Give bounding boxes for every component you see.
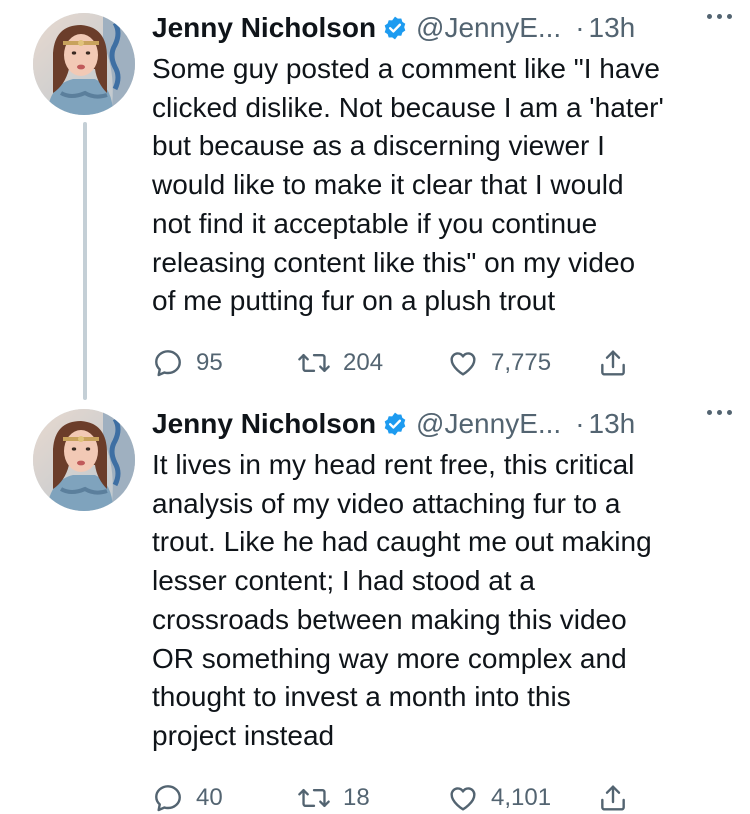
heart-icon <box>450 352 476 376</box>
retweet-button[interactable]: 204 <box>297 347 447 379</box>
verified-badge-icon <box>382 411 408 437</box>
retweet-icon <box>298 353 330 372</box>
tweet-text: It lives in my head rent free, this crit… <box>152 449 652 751</box>
author-handle[interactable]: @JennyE... <box>416 12 561 44</box>
thread-connector-line <box>83 122 87 400</box>
reply-count: 95 <box>196 348 223 376</box>
share-icon <box>601 350 625 376</box>
more-icon[interactable] <box>707 410 732 415</box>
reply-button[interactable]: 95 <box>152 347 297 379</box>
share-icon <box>601 785 625 811</box>
tweet-actions: 40 18 4,101 <box>152 778 732 814</box>
like-count: 7,775 <box>491 348 552 376</box>
tweet-actions: 95 204 7,775 <box>152 343 732 383</box>
author-name[interactable]: Jenny Nicholson <box>152 408 376 440</box>
tweet-header: Jenny Nicholson @JennyE... · 13h <box>152 402 732 446</box>
tweet-thread: Jenny Nicholson @JennyE... · 13h Some gu… <box>0 0 750 814</box>
retweet-icon <box>298 788 330 807</box>
retweet-button[interactable]: 18 <box>297 782 447 814</box>
tweet-timestamp[interactable]: 13h <box>589 12 636 44</box>
like-count: 4,101 <box>491 783 552 811</box>
heart-icon <box>450 786 476 811</box>
reply-icon <box>155 349 181 377</box>
tweet-body: Jenny Nicholson @JennyE... · 13h Some gu… <box>152 6 732 383</box>
tweet-body: Jenny Nicholson @JennyE... · 13h It live… <box>152 402 732 814</box>
reply-button[interactable]: 40 <box>152 782 297 814</box>
author-name[interactable]: Jenny Nicholson <box>152 12 376 44</box>
separator-dot: · <box>575 12 585 43</box>
author-handle[interactable]: @JennyE... <box>416 408 561 440</box>
more-icon[interactable] <box>707 14 732 19</box>
like-button[interactable]: 4,101 <box>447 782 597 814</box>
retweet-count: 204 <box>343 348 384 376</box>
like-button[interactable]: 7,775 <box>447 347 597 379</box>
share-button[interactable] <box>597 782 629 814</box>
tweet-header: Jenny Nicholson @JennyE... · 13h <box>152 6 732 50</box>
separator-dot: · <box>575 408 585 439</box>
retweet-count: 18 <box>343 783 370 811</box>
reply-icon <box>155 784 181 811</box>
avatar[interactable] <box>33 13 135 115</box>
avatar[interactable] <box>33 409 135 511</box>
tweet-text: Some guy posted a comment like "I have c… <box>152 53 664 317</box>
reply-count: 40 <box>196 783 223 811</box>
share-button[interactable] <box>597 347 629 379</box>
tweet-timestamp[interactable]: 13h <box>589 408 636 440</box>
verified-badge-icon <box>382 15 408 41</box>
